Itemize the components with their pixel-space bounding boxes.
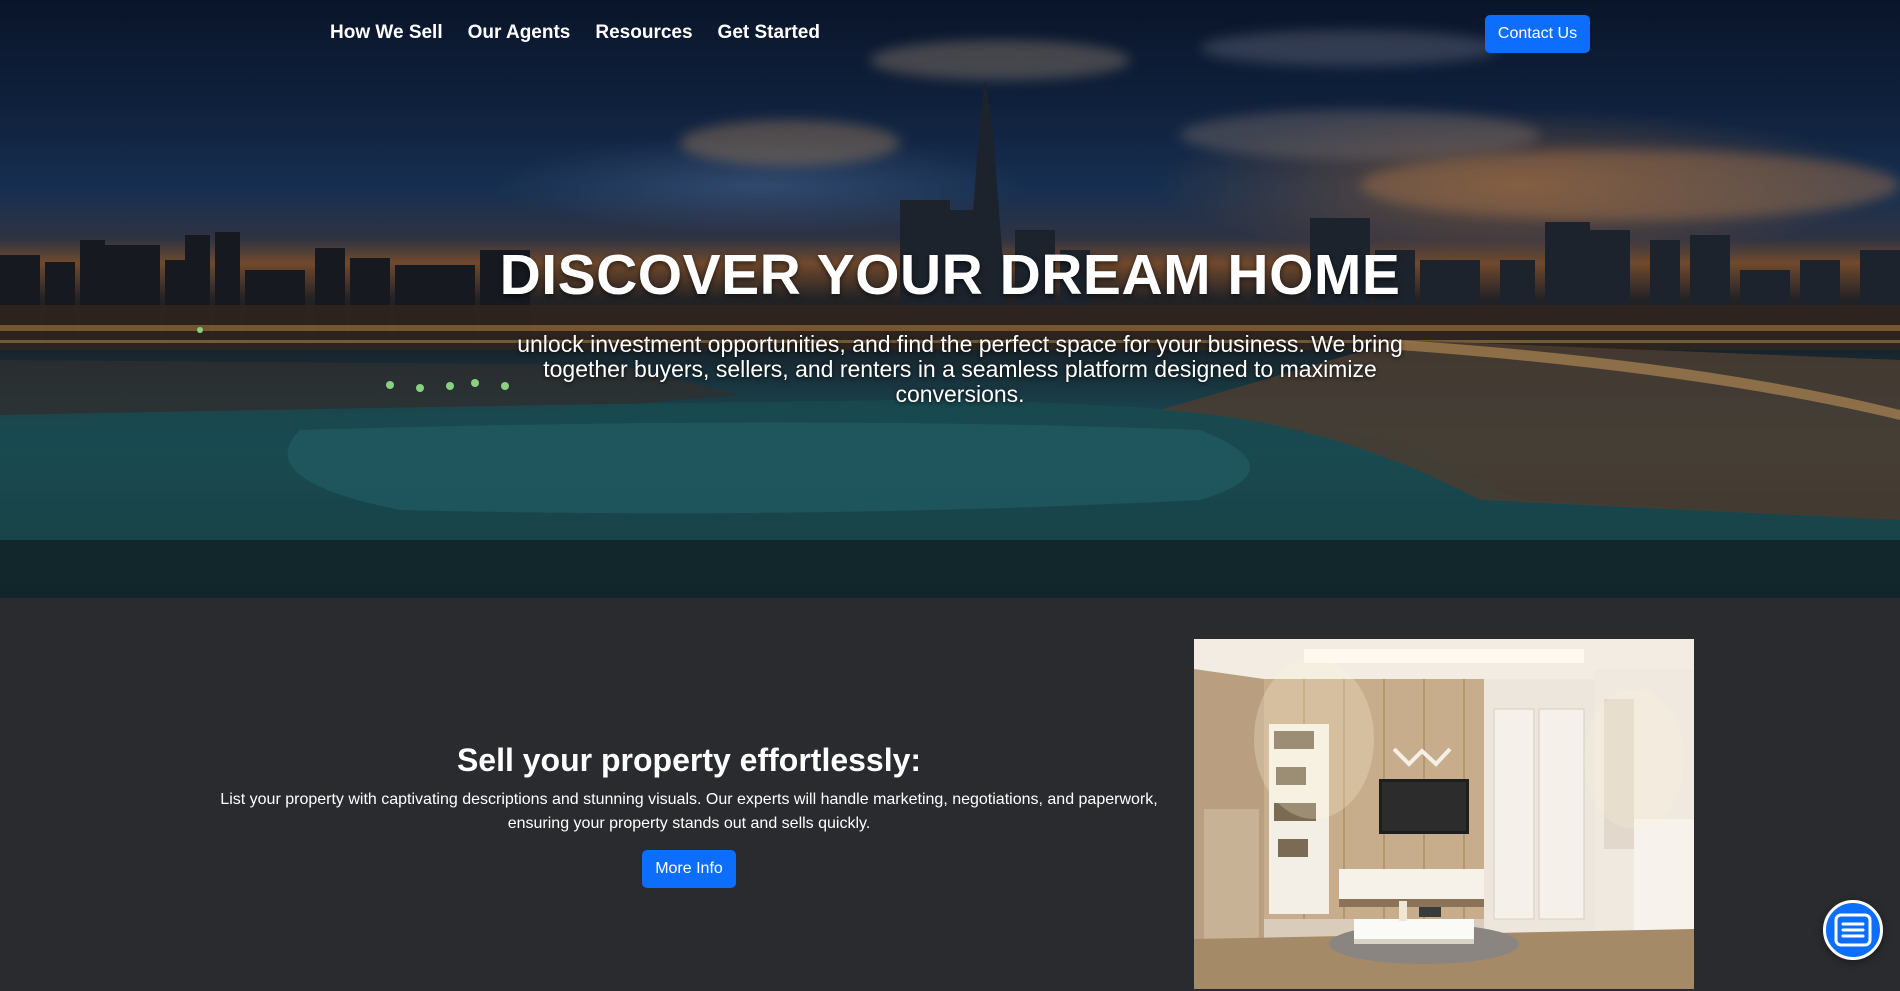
nav-link-how-we-sell[interactable]: How We Sell — [330, 14, 443, 52]
living-room-image — [1194, 639, 1694, 989]
contact-us-button[interactable]: Contact Us — [1485, 15, 1590, 53]
hero-banner: How We Sell Our Agents Resources Get Sta… — [0, 0, 1900, 598]
sell-section-description: List your property with captivating desc… — [220, 791, 1158, 832]
more-info-button[interactable]: More Info — [642, 850, 736, 888]
nav-link-get-started[interactable]: Get Started — [718, 14, 820, 52]
nav-link-resources[interactable]: Resources — [595, 14, 692, 52]
hero-title: DISCOVER YOUR DREAM HOME — [499, 243, 1401, 307]
hero-subtitle: unlock investment opportunities, and fin… — [517, 331, 1403, 407]
sell-section-title: Sell your property effortlessly: — [456, 742, 922, 778]
list-menu-icon — [1834, 913, 1872, 947]
main-nav: How We Sell Our Agents Resources Get Sta… — [330, 14, 820, 52]
chat-menu-button[interactable] — [1823, 900, 1883, 960]
nav-link-our-agents[interactable]: Our Agents — [468, 14, 571, 52]
